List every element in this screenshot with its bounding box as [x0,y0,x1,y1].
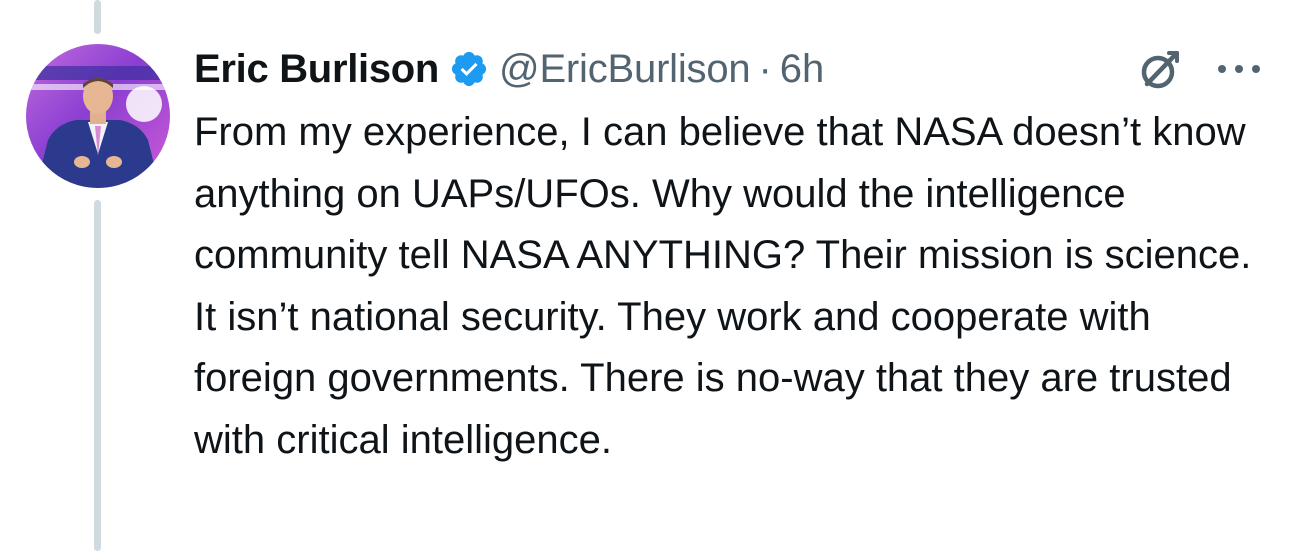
thread-connector-line-bottom [94,200,101,551]
thread-connector-line-top [94,0,101,34]
verified-badge-icon[interactable] [449,49,489,89]
author-handle[interactable]: @EricBurlison [499,47,751,92]
tweet-header: Eric Burlison @EricBurlison · 6h [194,44,824,94]
author-name[interactable]: Eric Burlison [194,47,439,92]
more-options-icon[interactable] [1214,52,1264,86]
avatar[interactable] [26,44,170,188]
grok-icon[interactable] [1138,46,1184,92]
separator-dot: · [758,46,772,91]
tweet-text: From my experience, I can believe that N… [194,110,1263,462]
timestamp[interactable]: 6h [780,47,825,92]
